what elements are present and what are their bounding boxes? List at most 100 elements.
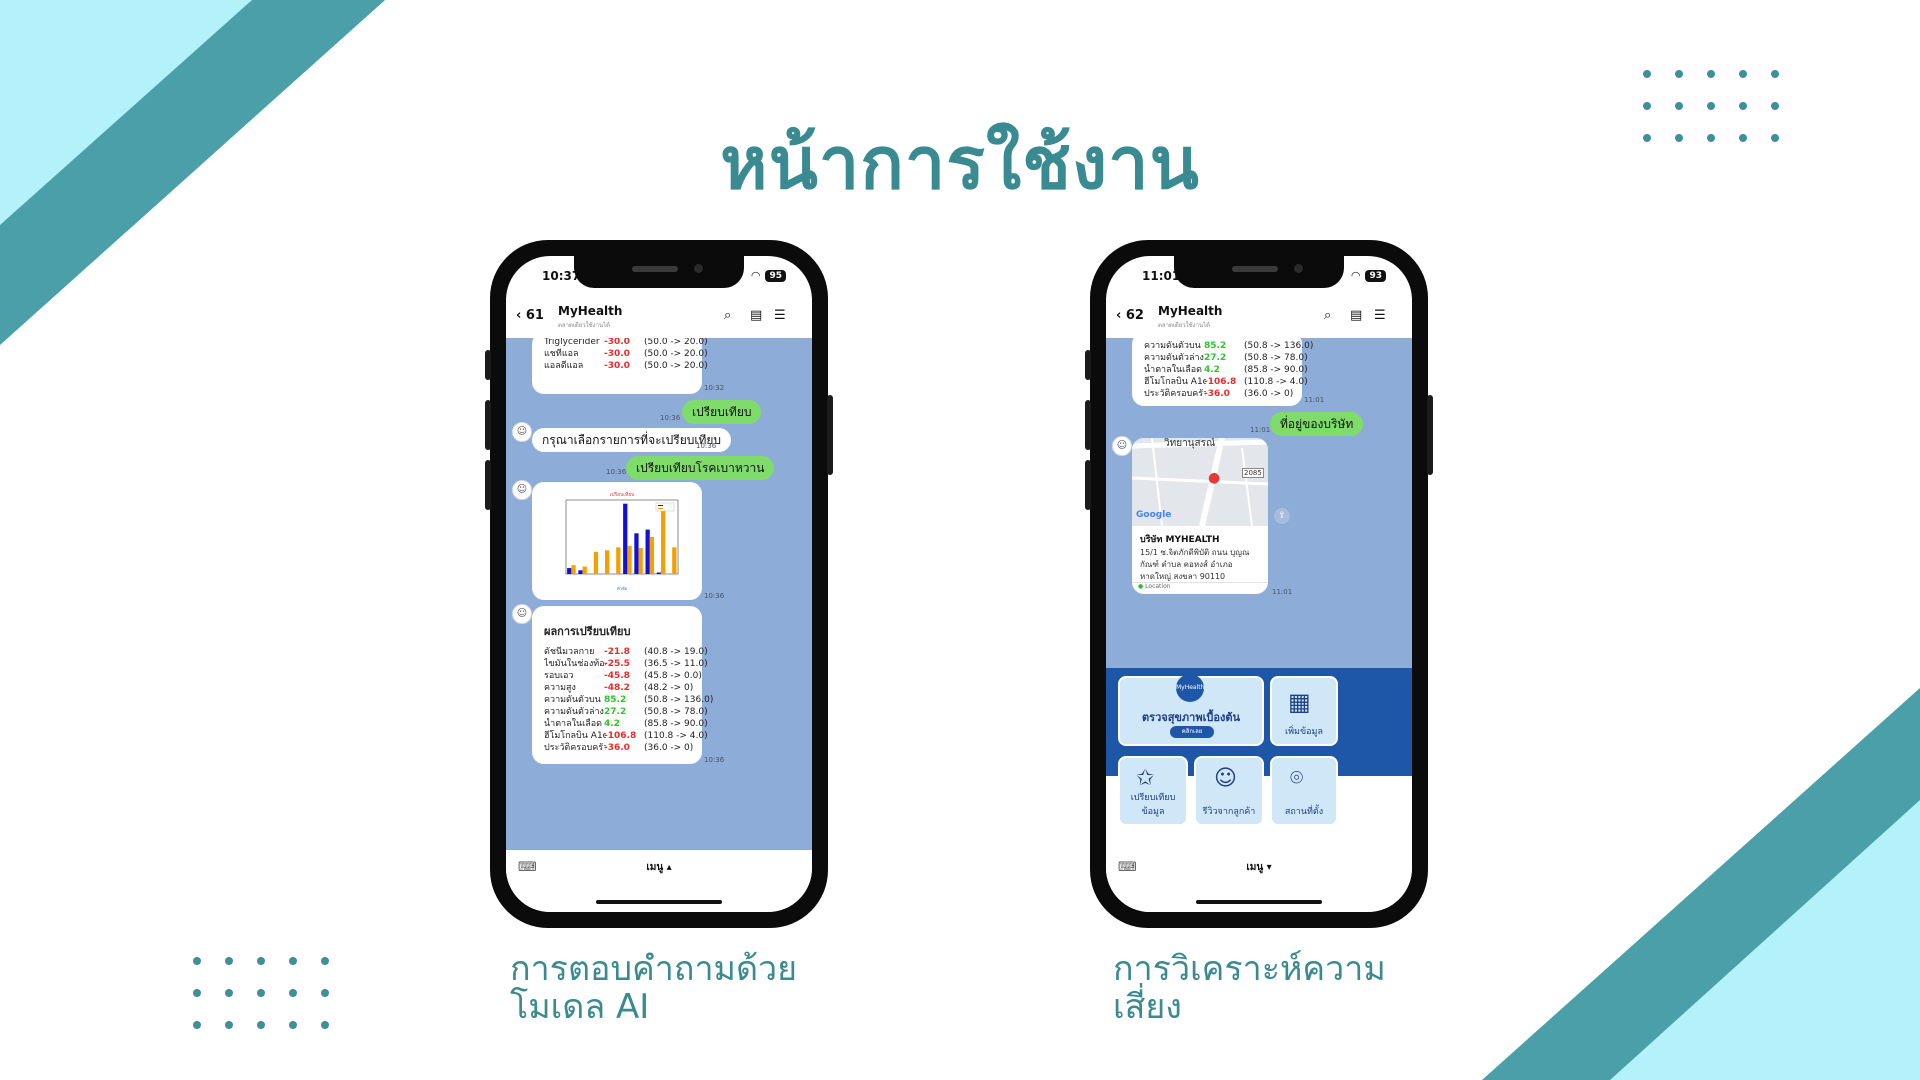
battery-badge: 93 — [1365, 270, 1386, 282]
chart-bar — [623, 503, 628, 574]
wifi-icon: ◠ — [1351, 269, 1360, 282]
rich-location-label: สถานที่ตั้ง — [1284, 807, 1324, 817]
result-row-range: (36.0 -> 0) — [1244, 389, 1294, 399]
timestamp: 10:36 — [606, 468, 627, 476]
slide-title: หน้าการใช้งาน — [720, 121, 1200, 205]
home-indicator — [596, 900, 722, 904]
timestamp: 10:36 — [660, 414, 681, 422]
power-button — [1427, 395, 1433, 475]
google-logo: Google — [1136, 510, 1172, 520]
chat-header: ‹ 62 MyHealth ตลาดเดียวใช้งานได้ ⌕ ▤ ☰ — [1106, 298, 1412, 338]
hands-stars-icon: ✩ — [1136, 766, 1155, 791]
chat-header: ‹ 61 MyHealth ตลาดเดียวใช้งานได้ ⌕ ▤ ☰ — [506, 298, 812, 338]
result-row-label: ฮีโมโกลบิน A1c — [544, 731, 606, 741]
back-button[interactable]: ‹ 62 — [1116, 308, 1144, 323]
search-icon[interactable]: ⌕ — [1324, 308, 1331, 323]
chat-subtitle: ตลาดเดียวใช้งานได้ — [1158, 322, 1210, 329]
result-title: ผลการเปรียบเทียบ — [544, 625, 631, 638]
wifi-icon: ◠ — [751, 269, 760, 282]
notch — [574, 256, 744, 288]
chat-area[interactable]: ความดันตัวบน 85.2 (50.8 -> 136.0) ความดันตั… — [1106, 338, 1412, 668]
unread-count: 62 — [1125, 308, 1144, 323]
search-icon[interactable]: ⌕ — [724, 308, 731, 323]
rich-add-label: เพิ่มข้อมูล — [1285, 727, 1323, 737]
rich-compare-label: เปรียบเทียบข้อมูล — [1130, 793, 1176, 817]
chat-footer: ⌨ เมนู ▴ — [506, 850, 812, 912]
menu-toggle[interactable]: เมนู ▾ — [1106, 860, 1412, 875]
chart-bar — [672, 547, 677, 574]
result-row-label: ความดันตัวล่าง — [544, 707, 604, 717]
result-row-delta: 85.2 — [1204, 341, 1227, 351]
result-row-range: (36.5 -> 11.0) — [644, 659, 708, 669]
menu-icon[interactable]: ☰ — [774, 308, 786, 323]
result-row-range: (85.8 -> 90.0) — [1244, 365, 1308, 375]
notes-icon[interactable]: ▤ — [750, 308, 762, 323]
chart-bar — [634, 533, 639, 574]
timestamp: 11:01 — [1250, 426, 1271, 434]
rich-menu: MyHealth ตรวจสุขภาพเบื้องต้น คลิกเลย ▦ เ… — [1106, 668, 1412, 850]
chart-legend — [655, 502, 675, 512]
result-row-delta: -36.0 — [604, 743, 630, 753]
result-row-label: ความสูง — [544, 683, 576, 693]
message-card: ความดันตัวบน 85.2 (50.8 -> 136.0) ความดันตั… — [1132, 338, 1313, 406]
result-row-delta: -48.2 — [604, 683, 630, 693]
share-icon[interactable]: ⇪ — [1274, 508, 1290, 524]
result-row-label: ประวัติครอบครัว — [1144, 389, 1206, 399]
chart-bar — [616, 547, 621, 574]
phone-screen: 11:01 ◠ 93 ‹ 62 MyHealth ตลาดเดียวใช้งาน… — [1106, 256, 1412, 912]
bot-avatar: ☺ — [512, 604, 532, 624]
timestamp: 11:01 — [1304, 396, 1325, 404]
result-row-label: ฮีโมโกลบิน A1c — [1144, 377, 1206, 387]
location-tag-label: Location — [1145, 583, 1171, 590]
result-row-range: (50.8 -> 78.0) — [1244, 353, 1308, 363]
calendar-icon: ▦ — [1288, 688, 1311, 716]
map-pin-icon: ● — [1208, 470, 1221, 486]
battery-badge: 95 — [765, 270, 786, 282]
result-row-range: (36.0 -> 0) — [644, 743, 694, 753]
power-button — [827, 395, 833, 475]
rich-compare-button[interactable]: ✩ เปรียบเทียบข้อมูล — [1118, 756, 1188, 826]
user-message-diabetes: เปรียบเทียบโรคเบาหวาน — [626, 456, 775, 480]
chart-bar — [578, 570, 583, 574]
phone-left: 10:37 ◠ 95 ‹ 61 MyHealth ตลาดเดียวใช้งาน… — [485, 240, 833, 928]
result-row-delta: -45.8 — [604, 671, 630, 681]
location-pin-icon: ⌾ — [1290, 766, 1304, 791]
phone-right: 11:01 ◠ 93 ‹ 62 MyHealth ตลาดเดียวใช้งาน… — [1085, 240, 1433, 928]
menu-icon[interactable]: ☰ — [1374, 308, 1386, 323]
result-row-label: ความดันตัวบน — [1144, 341, 1201, 351]
user-message-location: ที่อยู่ของบริษัท — [1270, 412, 1364, 436]
rich-add-button[interactable]: ▦ เพิ่มข้อมูล — [1270, 676, 1338, 746]
result-row-label: น้ำตาลในเลือด — [544, 719, 603, 729]
result-row-delta: -30.0 — [604, 338, 630, 347]
location-tag[interactable]: ● Location — [1132, 582, 1268, 594]
chat-subtitle: ตลาดเดียวใช้งานได้ — [558, 322, 610, 329]
rich-review-button[interactable]: ☺ รีวิวจากลูกค้า — [1194, 756, 1264, 826]
unread-count: 61 — [525, 308, 544, 323]
chart-bar — [571, 565, 576, 574]
chart-bar — [593, 551, 599, 574]
back-button[interactable]: ‹ 61 — [516, 308, 544, 323]
chat-area[interactable]: Triglycerider -30.0 (50.0 -> 20.0) แชทีแอล -… — [506, 338, 812, 850]
chat-name: MyHealth — [558, 304, 623, 318]
chart-xlabel: หัวข้อ — [617, 586, 628, 591]
caption-left-line2: โมเดล AI — [510, 987, 650, 1027]
timestamp: 10:36 — [704, 592, 725, 600]
result-row-label: ดัชนีมวลกาย — [544, 647, 595, 657]
caption-left: การตอบคำถามด้วย โมเดล AI — [510, 950, 797, 1026]
bot-avatar: ☺ — [512, 480, 532, 500]
result-row-label: น้ำตาลในเลือด — [1144, 365, 1203, 375]
chart-bar — [660, 511, 666, 574]
result-row-delta: -25.5 — [604, 659, 630, 669]
chart-card: เปรียบเทียบ หัวข้อ — [532, 482, 702, 600]
menu-toggle[interactable]: เมนู ▴ — [506, 860, 812, 875]
volume-button — [485, 400, 491, 450]
notes-icon[interactable]: ▤ — [1350, 308, 1362, 323]
rich-main-button[interactable]: MyHealth ตรวจสุขภาพเบื้องต้น คลิกเลย — [1118, 674, 1264, 746]
chart-bar — [604, 550, 610, 574]
chart-bar — [645, 529, 650, 574]
rich-location-button[interactable]: ⌾ สถานที่ตั้ง — [1270, 756, 1338, 826]
caption-right-line1: การวิเคราะห์ความ — [1113, 949, 1386, 989]
dot-grid-bottom-left — [193, 957, 329, 1029]
notch — [1174, 256, 1344, 288]
timestamp: 10:36 — [696, 442, 717, 450]
